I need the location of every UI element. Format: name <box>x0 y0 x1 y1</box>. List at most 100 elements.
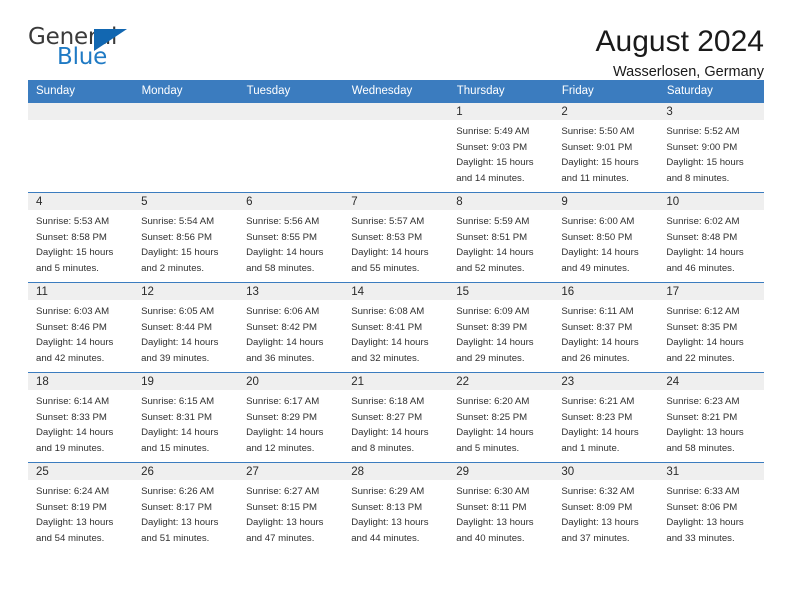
calendar-day-cell[interactable]: 4 Sunrise: 5:53 AM Sunset: 8:58 PM Daylight… <box>28 192 134 283</box>
daylight-text-line2: and 37 minutes. <box>561 532 630 544</box>
calendar-day-cell[interactable]: 17 Sunrise: 6:12 AM Sunset: 8:35 PM Dayligh… <box>658 282 764 373</box>
daylight-text-line2: and 2 minutes. <box>141 262 204 274</box>
sunrise-text: Sunrise: 6:03 AM <box>36 306 110 317</box>
daylight-text-line2: and 12 minutes. <box>246 442 315 454</box>
day-details: Sunrise: 6:26 AM Sunset: 8:17 PM Daylight:… <box>133 480 238 546</box>
calendar-day-cell[interactable]: 18 Sunrise: 6:14 AM Sunset: 8:33 PM Dayligh… <box>28 372 134 463</box>
day-number: 5 <box>133 193 239 210</box>
daylight-text-line2: and 42 minutes. <box>36 352 105 364</box>
daylight-text-line2: and 19 minutes. <box>36 442 105 454</box>
calendar-day-cell[interactable]: 1 Sunrise: 5:49 AM Sunset: 9:03 PM Daylight… <box>448 102 554 193</box>
day-number: 23 <box>553 373 659 390</box>
day-details: Sunrise: 5:57 AM Sunset: 8:53 PM Daylight:… <box>343 210 448 276</box>
sunrise-text: Sunrise: 5:56 AM <box>246 216 320 227</box>
daylight-text-line1: Daylight: 15 hours <box>36 247 114 259</box>
calendar-day-cell[interactable]: 14 Sunrise: 6:08 AM Sunset: 8:41 PM Dayligh… <box>343 282 449 373</box>
daylight-text-line2: and 33 minutes. <box>666 532 735 544</box>
sunrise-text: Sunrise: 6:05 AM <box>141 306 215 317</box>
day-number: 17 <box>658 283 764 300</box>
sunset-text: Sunset: 8:23 PM <box>561 411 633 423</box>
calendar-day-cell[interactable]: 11 Sunrise: 6:03 AM Sunset: 8:46 PM Dayligh… <box>28 282 134 373</box>
calendar-day-cell[interactable]: 15 Sunrise: 6:09 AM Sunset: 8:39 PM Dayligh… <box>448 282 554 373</box>
day-details: Sunrise: 5:49 AM Sunset: 9:03 PM Daylight:… <box>448 120 553 186</box>
calendar-day-cell[interactable]: 22 Sunrise: 6:20 AM Sunset: 8:25 PM Dayligh… <box>448 372 554 463</box>
calendar-day-cell[interactable]: 13 Sunrise: 6:06 AM Sunset: 8:42 PM Dayligh… <box>238 282 344 373</box>
calendar-day-cell[interactable]: 23 Sunrise: 6:21 AM Sunset: 8:23 PM Dayligh… <box>553 372 659 463</box>
calendar-day-cell[interactable]: 29 Sunrise: 6:30 AM Sunset: 8:11 PM Dayligh… <box>448 462 554 552</box>
daylight-text-line2: and 44 minutes. <box>351 532 420 544</box>
sunset-text: Sunset: 8:17 PM <box>141 501 212 513</box>
calendar-day-cell[interactable]: 5 Sunrise: 5:54 AM Sunset: 8:56 PM Daylight… <box>133 192 239 283</box>
calendar-day-cell[interactable]: 27 Sunrise: 6:27 AM Sunset: 8:15 PM Dayligh… <box>238 462 344 552</box>
sunset-text: Sunset: 8:56 PM <box>141 231 212 243</box>
day-details: Sunrise: 6:24 AM Sunset: 8:19 PM Daylight:… <box>28 480 133 546</box>
calendar-day-cell[interactable]: 26 Sunrise: 6:26 AM Sunset: 8:17 PM Dayligh… <box>133 462 239 552</box>
daylight-text-line1: Daylight: 13 hours <box>456 517 534 529</box>
sunset-text: Sunset: 8:46 PM <box>36 321 107 333</box>
calendar-day-cell[interactable]: 10 Sunrise: 6:02 AM Sunset: 8:48 PM Dayligh… <box>658 192 764 283</box>
day-details: Sunrise: 6:14 AM Sunset: 8:33 PM Daylight:… <box>28 390 133 456</box>
sunrise-text: Sunrise: 6:30 AM <box>456 486 530 497</box>
sunrise-text: Sunrise: 6:06 AM <box>246 306 320 317</box>
daylight-text-line1: Daylight: 15 hours <box>561 157 639 169</box>
calendar-day-cell[interactable]: 7 Sunrise: 5:57 AM Sunset: 8:53 PM Daylight… <box>343 192 449 283</box>
calendar-day-cell[interactable]: 19 Sunrise: 6:15 AM Sunset: 8:31 PM Dayligh… <box>133 372 239 463</box>
calendar-day-cell[interactable]: 12 Sunrise: 6:05 AM Sunset: 8:44 PM Dayligh… <box>133 282 239 373</box>
calendar-week-row: 1 Sunrise: 5:49 AM Sunset: 9:03 PM Daylight… <box>28 102 764 193</box>
day-number: 27 <box>238 463 344 480</box>
calendar-day-cell[interactable]: 21 Sunrise: 6:18 AM Sunset: 8:27 PM Dayligh… <box>343 372 449 463</box>
page-subtitle-location: Wasserlosen, Germany <box>613 63 764 80</box>
daylight-text-line2: and 5 minutes. <box>36 262 99 274</box>
day-number: 30 <box>553 463 659 480</box>
calendar-body: 1 Sunrise: 5:49 AM Sunset: 9:03 PM Daylight… <box>28 102 764 552</box>
sunrise-text: Sunrise: 6:15 AM <box>141 396 215 407</box>
calendar-day-cell[interactable]: 31 Sunrise: 6:33 AM Sunset: 8:06 PM Dayligh… <box>658 462 764 552</box>
title-block: August 2024 Wasserlosen, Germany <box>596 26 764 80</box>
sunrise-text: Sunrise: 6:18 AM <box>351 396 425 407</box>
sunrise-text: Sunrise: 6:33 AM <box>666 486 740 497</box>
daylight-text-line2: and 29 minutes. <box>456 352 525 364</box>
calendar-day-cell-empty <box>238 102 344 193</box>
daylight-text-line1: Daylight: 14 hours <box>666 337 744 349</box>
calendar-day-cell[interactable]: 3 Sunrise: 5:52 AM Sunset: 9:00 PM Daylight… <box>658 102 764 193</box>
calendar-day-cell[interactable]: 16 Sunrise: 6:11 AM Sunset: 8:37 PM Dayligh… <box>553 282 659 373</box>
daylight-text-line2: and 8 minutes. <box>666 172 730 184</box>
day-number: 24 <box>658 373 764 390</box>
daylight-text-line2: and 14 minutes. <box>456 172 525 184</box>
sunset-text: Sunset: 8:48 PM <box>666 231 738 243</box>
daylight-text-line1: Daylight: 13 hours <box>246 517 324 529</box>
daylight-text-line1: Daylight: 15 hours <box>456 157 534 169</box>
calendar-day-cell[interactable]: 9 Sunrise: 6:00 AM Sunset: 8:50 PM Daylight… <box>553 192 659 283</box>
daylight-text-line1: Daylight: 15 hours <box>141 247 219 259</box>
daylight-text-line1: Daylight: 14 hours <box>456 427 534 439</box>
calendar-day-cell[interactable]: 20 Sunrise: 6:17 AM Sunset: 8:29 PM Dayligh… <box>238 372 344 463</box>
sunrise-text: Sunrise: 6:17 AM <box>246 396 320 407</box>
daylight-text-line1: Daylight: 13 hours <box>561 517 639 529</box>
sunset-text: Sunset: 8:13 PM <box>351 501 423 513</box>
calendar-day-cell[interactable]: 2 Sunrise: 5:50 AM Sunset: 9:01 PM Daylight… <box>553 102 659 193</box>
calendar-day-cell[interactable]: 25 Sunrise: 6:24 AM Sunset: 8:19 PM Dayligh… <box>28 462 134 552</box>
calendar-day-cell[interactable]: 24 Sunrise: 6:23 AM Sunset: 8:21 PM Dayligh… <box>658 372 764 463</box>
daylight-text-line1: Daylight: 14 hours <box>246 337 324 349</box>
sunset-text: Sunset: 8:15 PM <box>246 501 318 513</box>
calendar-page: General Blue August 2024 Wasserlosen, Ge… <box>0 0 792 612</box>
sunrise-text: Sunrise: 5:57 AM <box>351 216 425 227</box>
calendar-day-cell[interactable]: 8 Sunrise: 5:59 AM Sunset: 8:51 PM Daylight… <box>448 192 554 283</box>
sunset-text: Sunset: 8:11 PM <box>456 501 527 513</box>
sunset-text: Sunset: 8:50 PM <box>561 231 633 243</box>
calendar-day-cell[interactable]: 30 Sunrise: 6:32 AM Sunset: 8:09 PM Dayligh… <box>553 462 659 552</box>
general-blue-logo[interactable]: General Blue <box>28 26 148 76</box>
sunrise-sunset-calendar: Sunday Monday Tuesday Wednesday Thursday… <box>28 80 765 552</box>
sunset-text: Sunset: 8:29 PM <box>246 411 318 423</box>
day-details: Sunrise: 6:32 AM Sunset: 8:09 PM Daylight:… <box>553 480 658 546</box>
weekday-header-tuesday: Tuesday <box>238 80 344 103</box>
calendar-day-cell[interactable]: 28 Sunrise: 6:29 AM Sunset: 8:13 PM Dayligh… <box>343 462 449 552</box>
calendar-day-cell[interactable]: 6 Sunrise: 5:56 AM Sunset: 8:55 PM Daylight… <box>238 192 344 283</box>
day-number: 26 <box>133 463 239 480</box>
sunrise-text: Sunrise: 5:59 AM <box>456 216 530 227</box>
daylight-text-line1: Daylight: 14 hours <box>141 337 219 349</box>
day-details: Sunrise: 6:03 AM Sunset: 8:46 PM Daylight:… <box>28 300 133 366</box>
weekday-header-monday: Monday <box>133 80 239 103</box>
day-details: Sunrise: 6:05 AM Sunset: 8:44 PM Daylight:… <box>133 300 238 366</box>
sunset-text: Sunset: 9:03 PM <box>456 141 528 153</box>
